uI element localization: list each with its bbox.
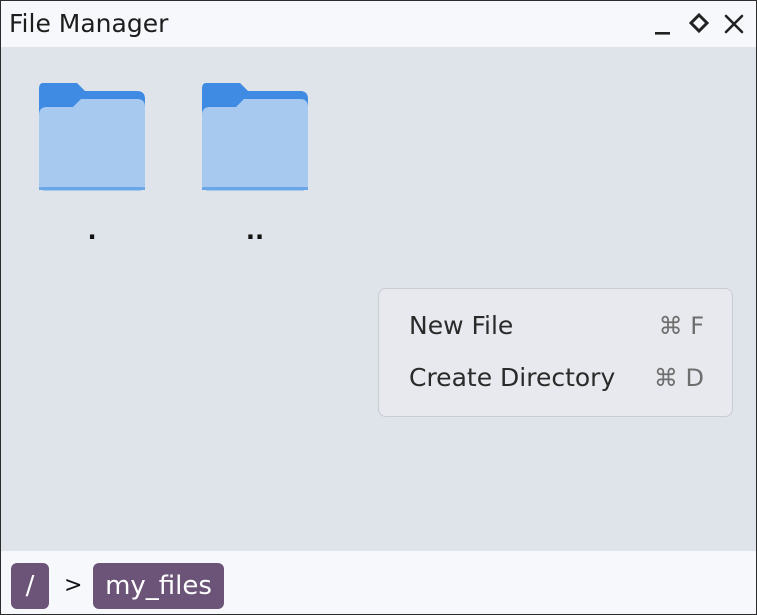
menu-item-create-directory[interactable]: Create Directory ⌘ D <box>379 355 732 401</box>
folder-item-parent[interactable]: .. <box>200 79 310 249</box>
breadcrumb-root[interactable]: / <box>11 563 49 609</box>
window-title: File Manager <box>9 9 169 38</box>
breadcrumb: / > my_files <box>1 551 756 614</box>
close-icon <box>724 14 744 34</box>
file-area[interactable]: . .. New File ⌘ F Create Directory ⌘ D <box>1 47 756 551</box>
minimize-icon <box>655 32 670 35</box>
menu-item-shortcut: ⌘ F <box>658 312 704 340</box>
file-manager-window: File Manager . .. New File ⌘ F Create Di… <box>0 0 757 615</box>
breadcrumb-my-files[interactable]: my_files <box>93 563 224 609</box>
maximize-button[interactable] <box>686 11 712 37</box>
menu-item-label: New File <box>409 311 514 340</box>
folder-icon <box>39 83 145 191</box>
maximize-icon <box>688 12 710 34</box>
menu-item-label: Create Directory <box>409 363 616 392</box>
folder-item-current[interactable]: . <box>37 79 147 249</box>
folder-label: . <box>87 217 97 245</box>
menu-item-shortcut: ⌘ D <box>653 364 704 392</box>
breadcrumb-separator: > <box>64 573 83 598</box>
folder-label: .. <box>245 217 265 245</box>
context-menu: New File ⌘ F Create Directory ⌘ D <box>378 288 733 417</box>
title-bar[interactable]: File Manager <box>1 1 756 47</box>
close-button[interactable] <box>721 11 747 37</box>
minimize-button[interactable] <box>650 11 676 37</box>
menu-item-new-file[interactable]: New File ⌘ F <box>379 303 732 349</box>
folder-icon <box>202 83 308 191</box>
